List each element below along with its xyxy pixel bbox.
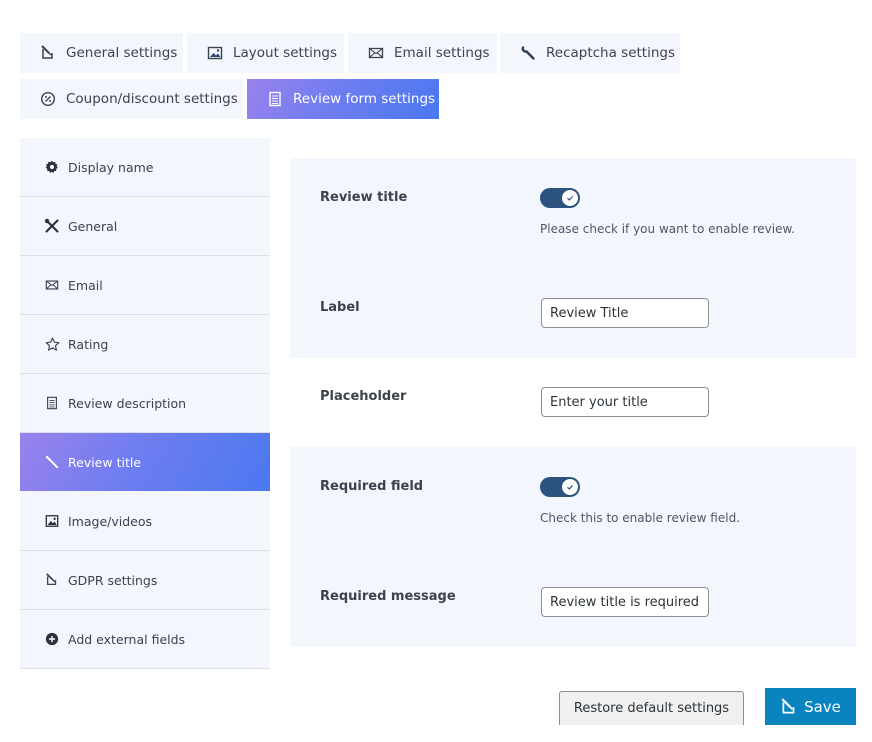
edit-square-icon bbox=[40, 45, 56, 61]
edit-square-icon bbox=[780, 697, 798, 716]
plus-circle-icon bbox=[44, 631, 60, 647]
required-message-label: Required message bbox=[320, 589, 456, 604]
review-title-settings-panel: Review title Please check if you want to… bbox=[290, 158, 856, 647]
sidebar-item-label: Review description bbox=[68, 395, 187, 411]
check-icon bbox=[567, 196, 573, 201]
envelope-icon bbox=[368, 45, 384, 61]
star-icon bbox=[44, 336, 60, 352]
tab-label: Recaptcha settings bbox=[546, 45, 676, 61]
percent-badge-icon bbox=[40, 91, 56, 107]
placeholder-input[interactable] bbox=[541, 387, 709, 417]
tab-layout-settings[interactable]: Layout settings bbox=[187, 33, 344, 73]
required-message-input[interactable] bbox=[541, 587, 709, 617]
tab-label: Layout settings bbox=[233, 45, 338, 61]
sidebar: Display name General Email Rating Review… bbox=[20, 138, 270, 669]
tab-label: Coupon/discount settings bbox=[66, 91, 238, 107]
sidebar-item-label: Rating bbox=[68, 336, 109, 352]
toggle-knob bbox=[562, 479, 578, 495]
tab-label: Review form settings bbox=[293, 91, 436, 107]
sidebar-item-email[interactable]: Email bbox=[20, 256, 270, 315]
sidebar-item-label: Add external fields bbox=[68, 631, 186, 647]
label-input[interactable] bbox=[541, 298, 709, 328]
sidebar-item-display-name[interactable]: Display name bbox=[20, 138, 270, 197]
placeholder-section: Placeholder bbox=[290, 358, 856, 447]
tab-label: Email settings bbox=[394, 45, 490, 61]
tools-icon bbox=[44, 218, 60, 234]
image-icon bbox=[44, 513, 60, 529]
sidebar-item-label: Image/videos bbox=[68, 513, 153, 529]
sidebar-item-image-videos[interactable]: Image/videos bbox=[20, 492, 270, 551]
sidebar-item-label: Email bbox=[68, 277, 103, 293]
label-field-label: Label bbox=[320, 300, 360, 315]
check-icon bbox=[567, 485, 573, 490]
sidebar-item-label: GDPR settings bbox=[68, 572, 158, 588]
restore-default-settings-button[interactable]: Restore default settings bbox=[559, 691, 744, 725]
pencil-icon bbox=[44, 454, 60, 470]
review-title-help: Please check if you want to enable revie… bbox=[540, 222, 795, 236]
save-label: Save bbox=[804, 697, 841, 716]
sidebar-item-add-external-fields[interactable]: Add external fields bbox=[20, 610, 270, 669]
envelope-icon bbox=[44, 277, 60, 293]
placeholder-field-label: Placeholder bbox=[320, 389, 407, 404]
tab-email-settings[interactable]: Email settings bbox=[348, 33, 497, 73]
review-title-section: Review title Please check if you want to… bbox=[290, 158, 856, 358]
document-icon bbox=[44, 395, 60, 411]
required-field-toggle[interactable] bbox=[540, 477, 580, 497]
tab-recaptcha-settings[interactable]: Recaptcha settings bbox=[500, 33, 680, 73]
review-title-toggle[interactable] bbox=[540, 188, 580, 208]
required-section: Required field Check this to enable revi… bbox=[290, 447, 856, 647]
tab-general-settings[interactable]: General settings bbox=[20, 33, 183, 73]
sidebar-item-review-title[interactable]: Review title bbox=[20, 433, 270, 492]
sidebar-item-label: Review title bbox=[68, 454, 142, 470]
sidebar-item-general[interactable]: General bbox=[20, 197, 270, 256]
review-title-label: Review title bbox=[320, 190, 408, 205]
image-icon bbox=[207, 45, 223, 61]
required-field-label: Required field bbox=[320, 479, 424, 494]
toggle-knob bbox=[562, 190, 578, 206]
wrench-icon bbox=[520, 45, 536, 61]
tab-review-form-settings[interactable]: Review form settings bbox=[247, 79, 439, 119]
edit-square-icon bbox=[44, 572, 60, 588]
sidebar-item-label: Display name bbox=[68, 159, 154, 175]
tab-coupon-discount-settings[interactable]: Coupon/discount settings bbox=[20, 79, 243, 119]
sidebar-item-rating[interactable]: Rating bbox=[20, 315, 270, 374]
sidebar-item-label: General bbox=[68, 218, 118, 234]
sidebar-item-review-description[interactable]: Review description bbox=[20, 374, 270, 433]
tab-label: General settings bbox=[66, 45, 178, 61]
gear-icon bbox=[44, 159, 60, 175]
sidebar-item-gdpr-settings[interactable]: GDPR settings bbox=[20, 551, 270, 610]
document-icon bbox=[267, 91, 283, 107]
required-field-help: Check this to enable review field. bbox=[540, 511, 740, 525]
save-button[interactable]: Save bbox=[765, 688, 856, 725]
